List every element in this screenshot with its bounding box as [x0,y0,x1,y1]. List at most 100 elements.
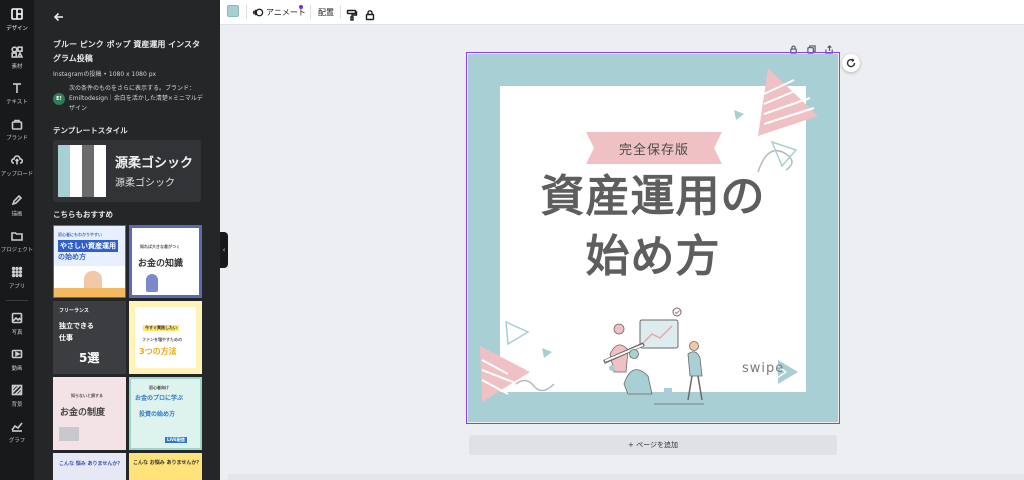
template-title: ブルー ピンク ポップ 資産運用 インスタグラム投稿 [53,40,200,63]
animate-icon [253,8,264,16]
template-thumb[interactable]: こんな お悩み ありませんか？ [129,453,202,480]
rail-item-upload[interactable]: アップロード [0,148,34,182]
thumb-title: お金の制度 [60,408,106,418]
rail-item-label: ブランド [6,134,28,142]
style-swatch [70,145,82,197]
thumb-text: 初心者向け [149,385,169,390]
left-rail: デザイン 素材 テキスト ブランド アップロード 描画 プロジェクト アプリ 写… [0,0,34,480]
chevron-left-icon: ‹ [222,246,226,254]
rail-item-design[interactable]: デザイン [0,2,34,36]
rail-item-label: 背景 [11,400,23,408]
background-icon [10,383,24,397]
arrow-left-icon [53,12,63,22]
template-thumb[interactable]: 今すぐ実践したい ファンを増やすための 3つの方法 [129,301,202,374]
rail-item-label: 写真 [11,328,23,336]
thumb-title: こんな お悩み ありませんか？ [133,460,202,466]
pink-triangle-decoration [480,346,530,402]
rail-item-text[interactable]: テキスト [0,76,34,110]
bottom-bar [228,474,1024,480]
rail-item-backgrounds[interactable]: 背景 [0,378,34,412]
thumb-title: の始め方 [58,253,86,261]
template-style-card[interactable]: 源柔ゴシック 源柔ゴシック [53,140,201,202]
brand-avatar: E! [53,93,65,105]
duplicate-page-button[interactable] [807,39,817,54]
rail-item-projects[interactable]: プロジェクト [0,224,34,258]
small-triangle-decoration [542,348,552,358]
rail-item-label: プロジェクト [0,246,34,254]
toolbar-divider [340,5,341,19]
copy-style-button[interactable] [346,6,358,21]
rail-item-photos[interactable]: 写真 [0,306,34,340]
lock-icon [365,10,375,21]
template-thumb[interactable]: こんな 悩み ありませんか？ [53,453,126,480]
lock-page-button[interactable] [789,39,799,54]
template-thumb[interactable]: 初心者向け お金のプロに学ぶ 投資の始め方 LIVE配信 [129,377,202,450]
rail-item-elements[interactable]: 素材 [0,40,34,74]
arrange-button[interactable]: 配置 [318,4,334,20]
color-swatch[interactable] [227,5,239,17]
rail-item-videos[interactable]: 動画 [0,342,34,376]
brand-text: 次の条件のものをさらに表示する。ブランド：Emiltodesign｜余白を活かし… [69,85,203,112]
rail-item-brand[interactable]: ブランド [0,112,34,146]
rail-item-label: 素材 [11,62,23,70]
text-icon [10,81,24,95]
headline-line1[interactable]: 資産運用の [468,169,838,225]
duplicate-icon [807,45,816,54]
share-page-button[interactable] [825,39,835,54]
rail-item-charts[interactable]: グラフ [0,414,34,448]
refresh-button[interactable] [842,54,860,72]
lock-icon [790,45,797,54]
rail-item-apps[interactable]: アプリ [0,260,34,294]
rail-item-label: デザイン [6,24,28,32]
lock-button[interactable] [364,6,376,21]
collapse-panel-button[interactable]: ‹ [220,232,228,268]
style-swatch [58,145,70,197]
badge-text[interactable]: 完全保存版 [586,132,722,164]
headline-line2[interactable]: 始め方 [468,229,838,285]
style-font-primary: 源柔ゴシック [115,156,194,171]
back-button[interactable] [53,8,67,22]
arrange-label: 配置 [318,7,334,17]
layout-icon [10,7,24,21]
template-thumb[interactable]: 初心者にもわかりやすい やさしい資産運用 の始め方 [53,225,126,298]
design-page[interactable]: 完全保存版 資産運用の 始め方 swipe [466,52,840,424]
template-thumb[interactable]: 知らないと損する お金の制度 [53,377,126,450]
person-icon [146,274,158,292]
thumb-title: 仕事 [59,334,73,342]
apps-icon [10,265,24,279]
recommended-heading: こちらもおすすめ [53,210,113,219]
add-page-button[interactable]: + ページを追加 [469,435,837,455]
template-size: Instagramの投稿 • 1080 x 1080 px [53,71,157,78]
canvas-area: 完全保存版 資産運用の 始め方 swipe + ページを追加 [228,25,1024,480]
draw-icon [10,193,24,207]
refresh-icon [846,58,856,68]
thumb-number: 5選 [79,351,100,365]
template-thumb[interactable]: フリーランス 独立できる 仕事 5選 [53,301,126,374]
thumb-text: 知らないと損する [71,393,103,398]
video-icon [10,347,24,361]
rail-divider [6,300,28,301]
thumb-title: やさしい資産運用 [58,240,118,252]
chart-icon [10,419,24,433]
rail-item-label: 描画 [11,210,23,218]
outline-triangle-decoration [505,320,530,346]
rail-item-label: アプリ [8,282,26,290]
thumb-text: 今すぐ実践したい [143,325,179,331]
animate-button[interactable]: アニメート [253,4,306,20]
rail-item-label: 動画 [11,364,23,372]
paint-roller-icon [346,9,358,21]
small-triangle-decoration [734,110,744,120]
new-badge-dot [299,5,303,9]
calculator-icon [59,427,79,441]
thumb-title: お金の知識 [138,259,184,269]
photo-icon [10,311,24,325]
thumb-text: ファンを増やすための [142,337,182,342]
thumb-text: 知れば大きな差がつく [140,244,180,249]
rail-item-draw[interactable]: 描画 [0,188,34,222]
squiggle-decoration [515,379,555,392]
thumb-title: 投資の始め方 [139,411,176,418]
swipe-text[interactable]: swipe [742,361,784,376]
toolbar-divider [310,5,311,19]
brand-icon [10,117,24,131]
template-thumb[interactable]: 知れば大きな差がつく お金の知識 [129,225,202,298]
